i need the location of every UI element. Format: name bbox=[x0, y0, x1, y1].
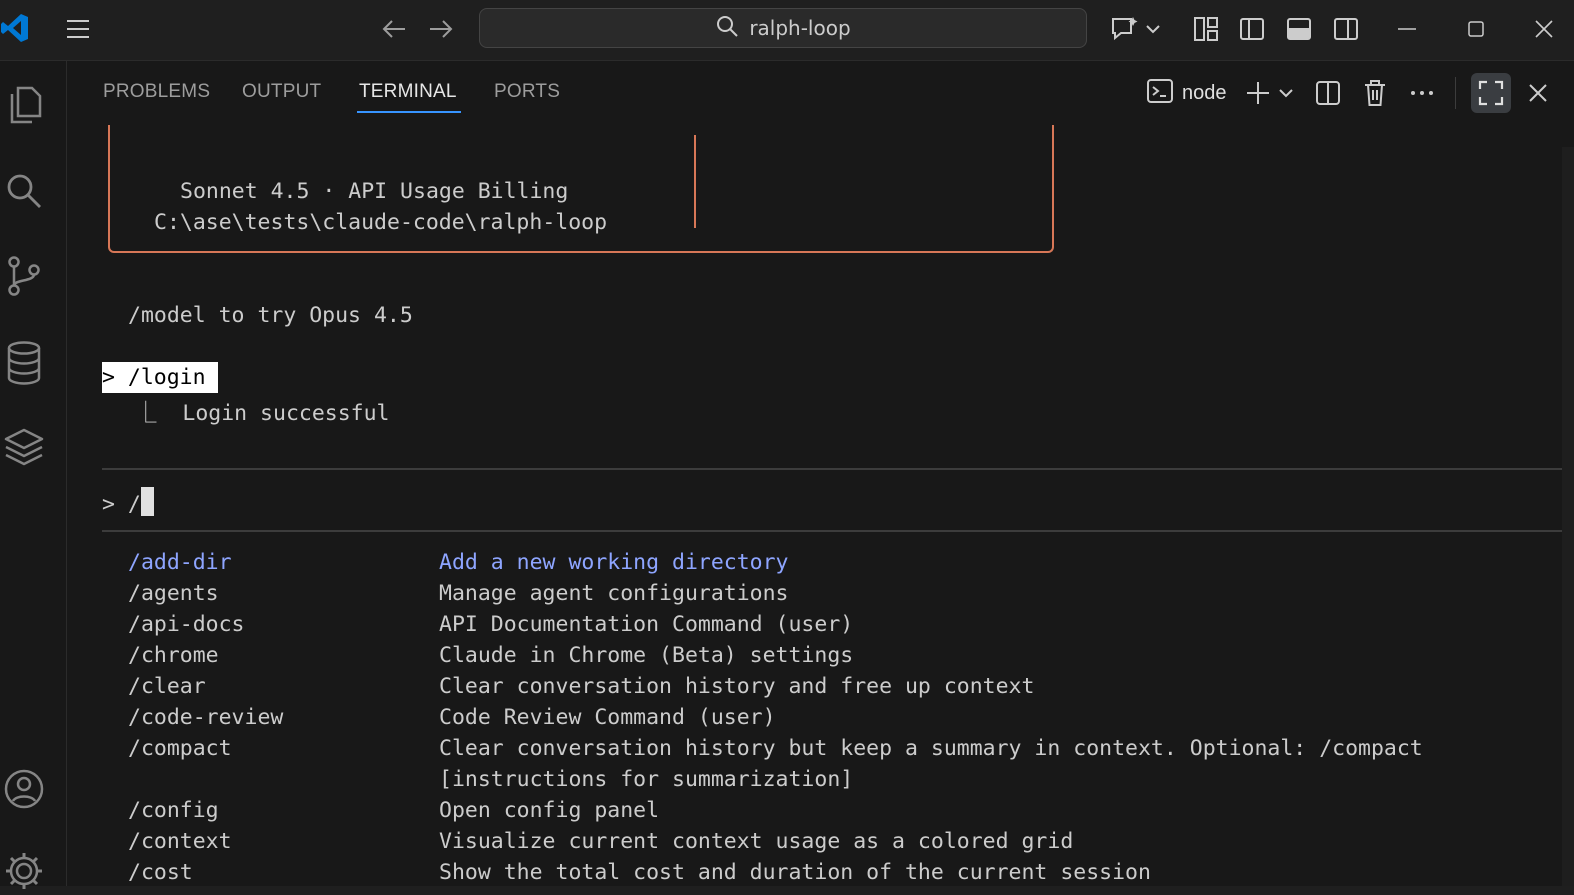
tab-terminal[interactable]: TERMINAL bbox=[357, 81, 461, 113]
vscode-logo-icon bbox=[0, 13, 30, 43]
login-result: ⎿ Login successful bbox=[135, 401, 390, 426]
command-name: /clear bbox=[128, 674, 206, 699]
chevron-down-icon[interactable] bbox=[1275, 75, 1297, 111]
terminal-instance-selector[interactable]: node bbox=[1146, 75, 1227, 111]
input-top-rule bbox=[102, 468, 1562, 470]
command-description: Clear conversation history but keep a su… bbox=[439, 736, 1423, 761]
minimize-icon[interactable] bbox=[1392, 14, 1422, 44]
new-terminal-icon[interactable] bbox=[1243, 75, 1273, 111]
model-hint: /model to try Opus 4.5 bbox=[128, 303, 413, 328]
terminal-output[interactable]: Sonnet 4.5 · API Usage Billing C:\ase\te… bbox=[67, 125, 1574, 886]
command-name: /agents bbox=[128, 581, 219, 606]
chevron-down-icon[interactable] bbox=[1142, 14, 1164, 44]
command-description: Open config panel bbox=[439, 798, 660, 823]
account-icon[interactable] bbox=[0, 765, 48, 813]
search-icon bbox=[715, 14, 739, 42]
kill-terminal-trash-icon[interactable] bbox=[1360, 75, 1390, 111]
command-name: /context bbox=[128, 829, 232, 854]
toggle-primary-sidebar-icon[interactable] bbox=[1237, 14, 1267, 44]
command-name: /chrome bbox=[128, 643, 219, 668]
close-icon[interactable] bbox=[1529, 14, 1559, 44]
more-actions-icon[interactable] bbox=[1407, 75, 1437, 111]
banner-path-line: C:\ase\tests\claude-code\ralph-loop bbox=[154, 210, 608, 235]
menu-icon[interactable] bbox=[63, 14, 93, 44]
source-control-icon[interactable] bbox=[0, 252, 48, 300]
activity-bar bbox=[0, 61, 67, 889]
terminal-icon bbox=[1146, 77, 1174, 109]
maximize-panel-icon[interactable] bbox=[1471, 73, 1511, 113]
command-name: /config bbox=[128, 798, 219, 823]
forward-arrow-icon[interactable] bbox=[426, 14, 456, 44]
command-input[interactable]: > / bbox=[102, 487, 154, 517]
tab-ports[interactable]: PORTS bbox=[494, 81, 560, 103]
command-description: Visualize current context usage as a col… bbox=[439, 829, 1074, 854]
command-name: /api-docs bbox=[128, 612, 245, 637]
command-description: Clear conversation history and free up c… bbox=[439, 674, 1035, 699]
back-arrow-icon[interactable] bbox=[379, 14, 409, 44]
command-description: Claude in Chrome (Beta) settings bbox=[439, 643, 854, 668]
close-panel-icon[interactable] bbox=[1523, 75, 1553, 111]
maximize-icon[interactable] bbox=[1461, 14, 1491, 44]
banner-divider bbox=[694, 135, 696, 228]
command-name: /compact bbox=[128, 736, 232, 761]
title-bar: ralph-loop bbox=[0, 0, 1574, 61]
toggle-panel-icon[interactable] bbox=[1284, 14, 1314, 44]
tab-problems[interactable]: PROBLEMS bbox=[103, 81, 210, 103]
customize-layout-icon[interactable] bbox=[1191, 14, 1221, 44]
toolbar-divider bbox=[1455, 77, 1456, 109]
terminal-name: node bbox=[1182, 81, 1227, 104]
settings-gear-icon[interactable] bbox=[0, 847, 48, 895]
search-icon[interactable] bbox=[0, 167, 48, 215]
explorer-icon[interactable] bbox=[0, 81, 48, 129]
layers-icon[interactable] bbox=[0, 424, 48, 472]
command-description: Show the total cost and duration of the … bbox=[439, 860, 1151, 885]
tab-output[interactable]: OUTPUT bbox=[242, 81, 321, 103]
command-name: /add-dir bbox=[128, 550, 232, 575]
command-description: [instructions for summarization] bbox=[439, 767, 854, 792]
terminal-scrollbar[interactable] bbox=[1562, 147, 1574, 886]
input-bottom-rule bbox=[102, 530, 1562, 532]
copilot-chat-icon[interactable] bbox=[1108, 14, 1142, 44]
split-terminal-icon[interactable] bbox=[1313, 75, 1343, 111]
database-icon[interactable] bbox=[0, 339, 48, 387]
search-text: ralph-loop bbox=[749, 16, 851, 40]
panel-header: PROBLEMS OUTPUT TERMINAL PORTS node bbox=[67, 61, 1574, 125]
command-name: /code-review bbox=[128, 705, 284, 730]
command-description: Code Review Command (user) bbox=[439, 705, 776, 730]
banner-model-line: Sonnet 4.5 · API Usage Billing bbox=[180, 179, 569, 204]
command-description: Manage agent configurations bbox=[439, 581, 789, 606]
command-name: /cost bbox=[128, 860, 193, 885]
text-cursor bbox=[140, 487, 154, 516]
command-center-search[interactable]: ralph-loop bbox=[479, 8, 1087, 48]
command-description: Add a new working directory bbox=[439, 550, 789, 575]
command-description: API Documentation Command (user) bbox=[439, 612, 854, 637]
toggle-secondary-sidebar-icon[interactable] bbox=[1331, 14, 1361, 44]
previous-prompt: > /login bbox=[102, 362, 218, 393]
